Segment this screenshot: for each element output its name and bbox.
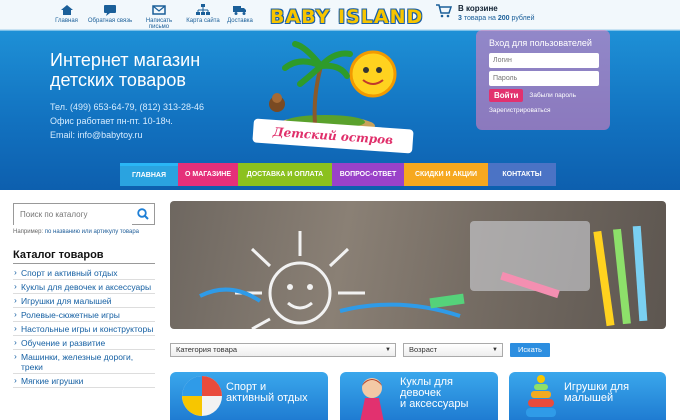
chevron-down-icon: ▼ <box>492 347 498 353</box>
menu-item-home[interactable]: ГЛАВНАЯ <box>120 163 178 186</box>
topnav-home[interactable]: Главная <box>48 4 85 30</box>
catalog-item-education[interactable]: Обучение и развитие <box>13 336 155 350</box>
cart-currency: рублей <box>511 15 535 22</box>
topnav-sitemap-label: Карта сайта <box>186 18 220 24</box>
card-baby-text: Игрушки для малышей <box>564 382 629 404</box>
category-card-sport[interactable]: Спорт и активный отдых <box>170 372 328 420</box>
main-menu: ГЛАВНАЯ О МАГАЗИНЕ ДОСТАВКА И ОПЛАТА ВОП… <box>120 163 556 186</box>
find-button[interactable]: Искать <box>510 343 550 357</box>
chevron-down-icon: ▼ <box>385 347 391 353</box>
cart-summary: 3 товара на 200 рублей <box>458 15 534 22</box>
age-select-value: Возраст <box>409 345 438 354</box>
cart-widget[interactable]: В корзине 3 товара на 200 рублей <box>436 4 534 22</box>
doll-icon <box>360 378 384 420</box>
age-select[interactable]: Возраст ▼ <box>403 343 503 357</box>
cart-count: 3 <box>458 15 462 22</box>
login-actions: Войти Забыли пароль <box>489 89 602 102</box>
catalog-list: Спорт и активный отдых Куклы для девочек… <box>13 266 155 388</box>
category-card-dolls[interactable]: Куклы для девочек и аксессуары <box>340 372 498 420</box>
card-dolls-text: Куклы для девочек и аксессуары <box>400 377 468 410</box>
search-hint-prefix: Например: <box>13 229 44 235</box>
login-button[interactable]: Войти <box>489 89 524 102</box>
login-title: Вход для пользователей <box>489 38 592 48</box>
topnav-mail[interactable]: Написать письмо <box>135 4 183 30</box>
header: Главная Обратная связь Написать письмо К… <box>0 0 680 190</box>
menu-item-discounts[interactable]: СКИДКИ И АКЦИИ <box>404 163 488 186</box>
menu-item-about[interactable]: О МАГАЗИНЕ <box>178 163 238 186</box>
topnav-feedback[interactable]: Обратная связь <box>85 4 135 30</box>
catalog-item-dolls[interactable]: Куклы для девочек и аксессуары <box>13 280 155 294</box>
cart-icon <box>436 4 452 18</box>
category-select[interactable]: Категория товара ▼ <box>170 343 396 357</box>
home-icon <box>60 5 73 15</box>
catalog-item-cars[interactable]: Машинки, железные дороги, треки <box>13 350 155 374</box>
search-hint-link[interactable]: по названию или артикулу товара <box>45 229 139 235</box>
cart-count-text: товара на <box>463 15 496 22</box>
menu-item-faq[interactable]: ВОПРОС-ОТВЕТ <box>332 163 404 186</box>
contact-phone: Тел. (499) 653-64-79, (812) 313-28-46 <box>50 102 205 112</box>
contact-hours: Офис работает пн-пт. 10-18ч. <box>50 116 173 126</box>
catalog-item-board-games[interactable]: Настольные игры и конструкторы <box>13 322 155 336</box>
topnav-feedback-label: Обратная связь <box>87 18 133 24</box>
cart-amount: 200 <box>497 15 510 22</box>
chalk-sun-drawing <box>199 221 648 329</box>
contact-email[interactable]: Email: info@babytoy.ru <box>50 128 204 142</box>
site-logo[interactable]: BABY ISLAND <box>270 6 423 28</box>
catalog-item-soft-toys[interactable]: Мягкие игрушки <box>13 374 155 388</box>
feedback-icon <box>104 5 116 16</box>
shop-title-line1: Интернет магазин <box>50 50 201 70</box>
sitemap-icon <box>196 4 210 15</box>
menu-item-delivery[interactable]: ДОСТАВКА И ОПЛАТА <box>238 163 332 186</box>
catalog-search <box>13 203 155 225</box>
topnav-delivery[interactable]: Доставка <box>223 4 257 30</box>
contacts: Тел. (499) 653-64-79, (812) 313-28-46 Оф… <box>50 100 204 142</box>
top-nav: Главная Обратная связь Написать письмо К… <box>48 4 257 30</box>
search-icon[interactable] <box>137 208 149 220</box>
promo-banner[interactable] <box>170 201 666 329</box>
login-field[interactable] <box>489 53 599 68</box>
card-dolls-line3: и аксессуары <box>400 398 469 410</box>
cart-title: В корзине <box>458 4 498 13</box>
card-sport-line2: активный отдых <box>226 392 308 404</box>
catalog-title: Каталог товаров <box>13 249 155 264</box>
login-form: Вход для пользователей Войти Забыли паро… <box>476 30 610 130</box>
catalog-item-baby-toys[interactable]: Игрушки для малышей <box>13 294 155 308</box>
category-select-value: Категория товара <box>176 345 238 354</box>
delivery-icon <box>233 6 246 15</box>
shop-title: Интернет магазин детских товаров <box>50 50 200 90</box>
topnav-mail-label: Написать письмо <box>145 18 173 30</box>
topnav-sitemap[interactable]: Карта сайта <box>183 4 223 30</box>
password-field[interactable] <box>489 71 599 86</box>
catalog-item-sport[interactable]: Спорт и активный отдых <box>13 266 155 280</box>
mail-icon <box>152 5 166 15</box>
topnav-delivery-label: Доставка <box>227 18 253 24</box>
forgot-password-link[interactable]: Забыли пароль <box>529 92 576 99</box>
catalog-item-role-games[interactable]: Ролевые-сюжетные игры <box>13 308 155 322</box>
menu-item-contacts[interactable]: КОНТАКТЫ <box>488 163 556 186</box>
card-baby-line2: малышей <box>564 392 614 404</box>
shop-title-line2: детских товаров <box>50 70 186 90</box>
search-hint: Например: по названию или артикулу товар… <box>13 229 139 235</box>
category-card-baby[interactable]: Игрушки для малышей <box>509 372 666 420</box>
card-sport-text: Спорт и активный отдых <box>226 382 308 404</box>
topnav-home-label: Главная <box>55 18 78 24</box>
search-input[interactable] <box>14 204 132 225</box>
register-link[interactable]: Зарегистрироваться <box>489 107 602 114</box>
ring-pyramid-icon <box>526 375 556 417</box>
beach-ball-icon <box>182 376 222 416</box>
